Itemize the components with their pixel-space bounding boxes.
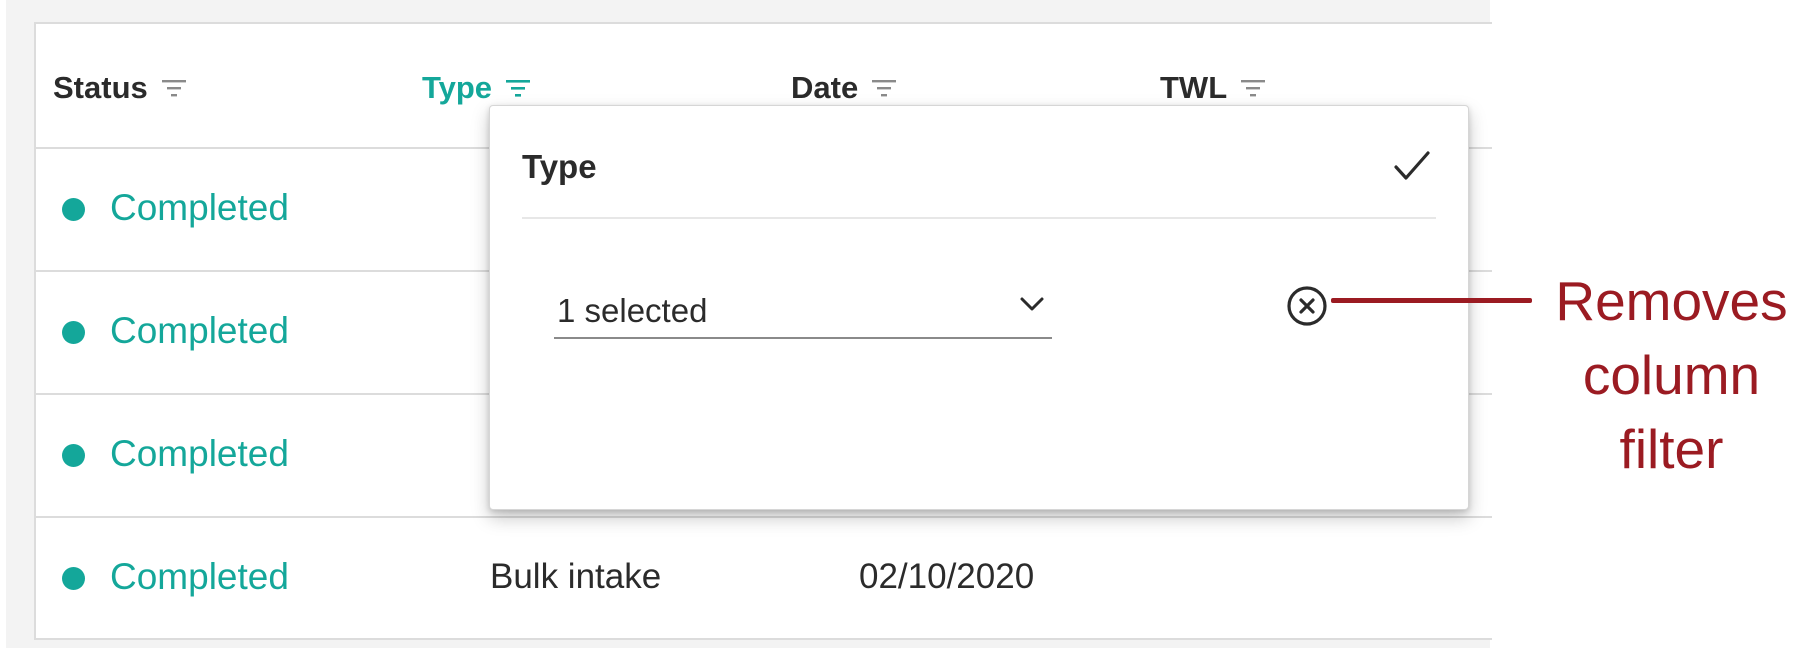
status-label: Completed (110, 433, 289, 474)
filter-icon[interactable] (504, 78, 532, 98)
date-cell: 02/10/2020 (859, 557, 1035, 596)
annotation-line: Removes (1555, 270, 1788, 332)
column-label: TWL (1160, 70, 1228, 105)
column-header-twl[interactable]: TWL (1160, 70, 1267, 106)
annotation-line: column (1582, 344, 1761, 406)
column-filter-popup: Type 1 selected (489, 105, 1469, 510)
column-header-type[interactable]: Type (422, 70, 532, 106)
status-label: Completed (110, 556, 289, 597)
status-dot (62, 567, 85, 590)
annotation-callout: Removes column filter (1530, 264, 1813, 486)
column-header-status[interactable]: Status (53, 70, 188, 106)
status-dot (62, 321, 85, 344)
column-header-date[interactable]: Date (791, 70, 898, 106)
status-label: Completed (110, 310, 289, 351)
type-cell: Bulk intake (490, 557, 662, 596)
status-dot (62, 444, 85, 467)
status-label: Completed (110, 187, 289, 228)
select-value: 1 selected (557, 292, 708, 329)
popup-title: Type (522, 148, 597, 185)
close-circle-icon[interactable] (1285, 284, 1329, 328)
chevron-down-icon (1020, 297, 1044, 311)
filter-icon[interactable] (870, 78, 898, 98)
column-label: Date (791, 70, 859, 105)
check-icon[interactable] (1392, 148, 1432, 184)
status-dot (62, 198, 85, 221)
type-filter-select[interactable]: 1 selected (554, 276, 1052, 339)
filter-icon[interactable] (160, 78, 188, 98)
filter-icon[interactable] (1239, 78, 1267, 98)
annotation-connector (1331, 298, 1532, 303)
annotation-line: filter (1619, 418, 1724, 480)
table-row[interactable]: Completed Bulk intake 02/10/2020 (36, 518, 1492, 639)
popup-divider (522, 217, 1436, 219)
column-label: Type (422, 70, 493, 105)
column-label: Status (53, 70, 148, 105)
